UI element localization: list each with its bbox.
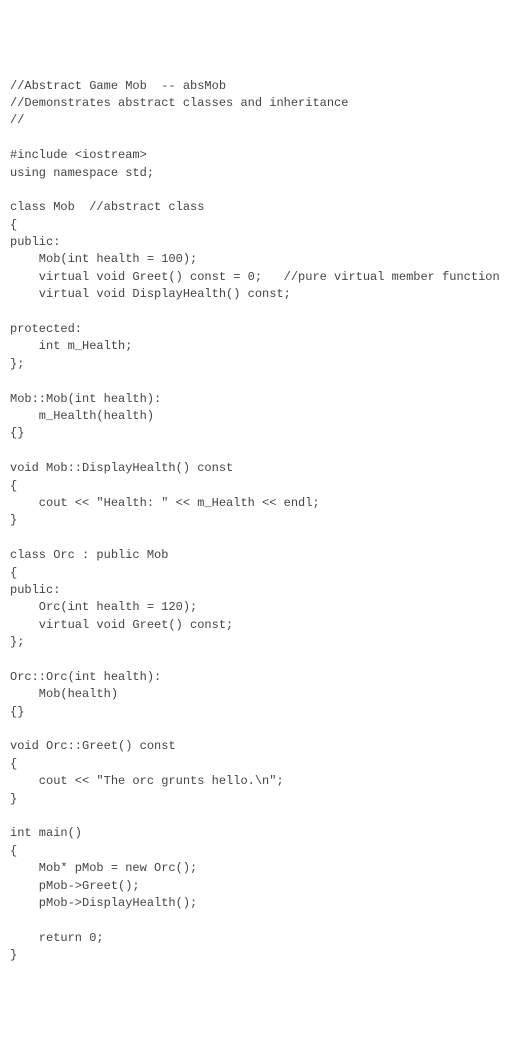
code-content: //Abstract Game Mob -- absMob //Demonstr… [10, 79, 500, 963]
code-block: //Abstract Game Mob -- absMob //Demonstr… [10, 78, 510, 965]
